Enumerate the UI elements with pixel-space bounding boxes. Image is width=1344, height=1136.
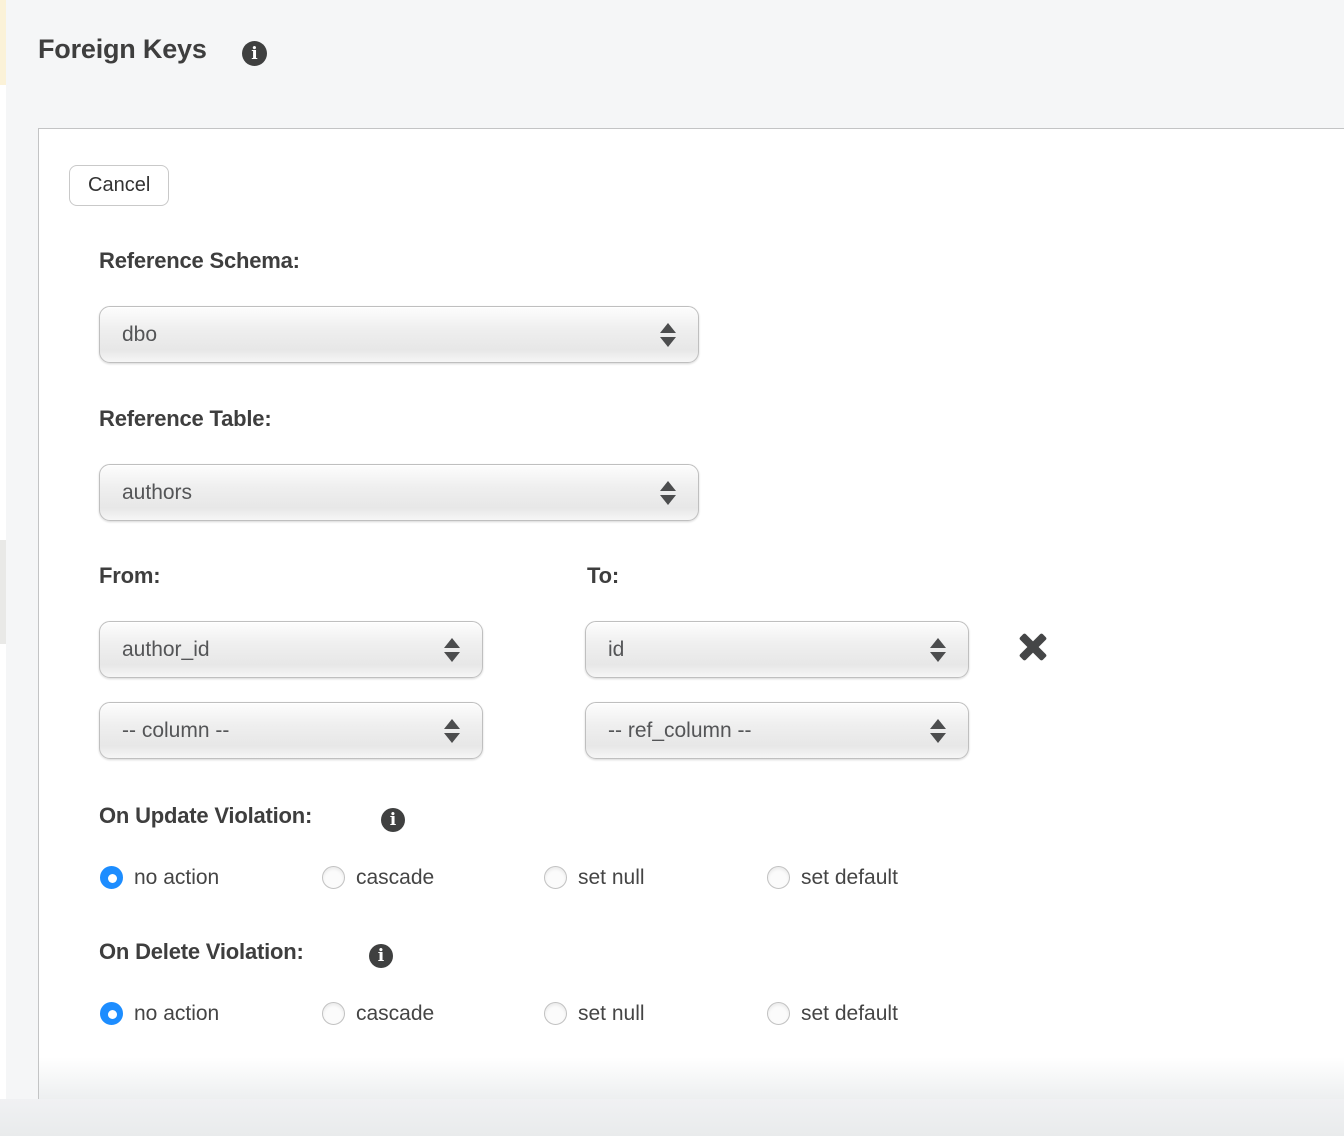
radio-label[interactable]: cascade [356, 866, 434, 889]
from-column-select[interactable]: author_id [99, 621, 483, 678]
foreign-keys-info-icon[interactable] [242, 41, 267, 66]
select-spinner-arrows-icon [930, 638, 946, 662]
cancel-button[interactable]: Cancel [69, 165, 169, 206]
reference-schema-value: dbo [122, 323, 157, 347]
select-spinner-arrows-icon [444, 719, 460, 743]
select-spinner-arrows-icon [930, 719, 946, 743]
adjacent-gray-row [0, 540, 6, 644]
to-ref-column-value: id [608, 638, 624, 662]
remove-mapping-button[interactable] [1018, 632, 1048, 662]
on-delete-info-icon[interactable] [369, 944, 393, 968]
foreign-key-editor-panel: Cancel Reference Schema: dbo Reference T… [38, 128, 1344, 1099]
radio-selected-icon[interactable] [100, 866, 123, 889]
select-spinner-arrows-icon [444, 638, 460, 662]
adjacent-panel-edge [0, 0, 6, 1100]
add-ref-column-select[interactable]: -- ref_column -- [585, 702, 969, 759]
add-column-select[interactable]: -- column -- [99, 702, 483, 759]
select-spinner-arrows-icon [660, 323, 676, 347]
radio-unselected-icon[interactable] [322, 866, 345, 889]
reference-schema-label: Reference Schema: [99, 248, 300, 274]
panel-bottom-fade [39, 1057, 1344, 1099]
add-column-value: -- column -- [122, 719, 229, 743]
radio-label[interactable]: set default [801, 866, 898, 889]
radio-label[interactable]: set null [578, 1002, 645, 1025]
to-label: To: [587, 563, 619, 589]
radio-unselected-icon[interactable] [544, 1002, 567, 1025]
add-ref-column-value: -- ref_column -- [608, 719, 752, 743]
radio-selected-icon[interactable] [100, 1002, 123, 1025]
on-delete-violation-label: On Delete Violation: [99, 939, 304, 965]
select-spinner-arrows-icon [660, 481, 676, 505]
radio-update-set-null[interactable]: set null [544, 866, 645, 889]
on-update-info-icon[interactable] [381, 808, 405, 832]
radio-delete-set-null[interactable]: set null [544, 1002, 645, 1025]
page-title: Foreign Keys [38, 34, 207, 65]
to-ref-column-select[interactable]: id [585, 621, 969, 678]
radio-delete-set-default[interactable]: set default [767, 1002, 898, 1025]
from-column-value: author_id [122, 638, 210, 662]
radio-unselected-icon[interactable] [544, 866, 567, 889]
radio-label[interactable]: cascade [356, 1002, 434, 1025]
radio-update-no-action[interactable]: no action [100, 866, 219, 889]
radio-unselected-icon[interactable] [767, 866, 790, 889]
radio-label[interactable]: no action [134, 866, 219, 889]
from-label: From: [99, 563, 160, 589]
radio-delete-cascade[interactable]: cascade [322, 1002, 434, 1025]
reference-table-value: authors [122, 481, 192, 505]
adjacent-highlight-row [0, 0, 6, 85]
reference-schema-select[interactable]: dbo [99, 306, 699, 363]
radio-unselected-icon[interactable] [767, 1002, 790, 1025]
radio-delete-no-action[interactable]: no action [100, 1002, 219, 1025]
reference-table-select[interactable]: authors [99, 464, 699, 521]
radio-label[interactable]: no action [134, 1002, 219, 1025]
radio-update-set-default[interactable]: set default [767, 866, 898, 889]
x-icon [1018, 632, 1048, 662]
foreign-keys-page: Foreign Keys Cancel Reference Schema: db… [0, 0, 1344, 1136]
on-update-violation-label: On Update Violation: [99, 803, 312, 829]
window-footer [0, 1099, 1344, 1136]
radio-label[interactable]: set default [801, 1002, 898, 1025]
radio-label[interactable]: set null [578, 866, 645, 889]
radio-unselected-icon[interactable] [322, 1002, 345, 1025]
reference-table-label: Reference Table: [99, 406, 271, 432]
radio-update-cascade[interactable]: cascade [322, 866, 434, 889]
